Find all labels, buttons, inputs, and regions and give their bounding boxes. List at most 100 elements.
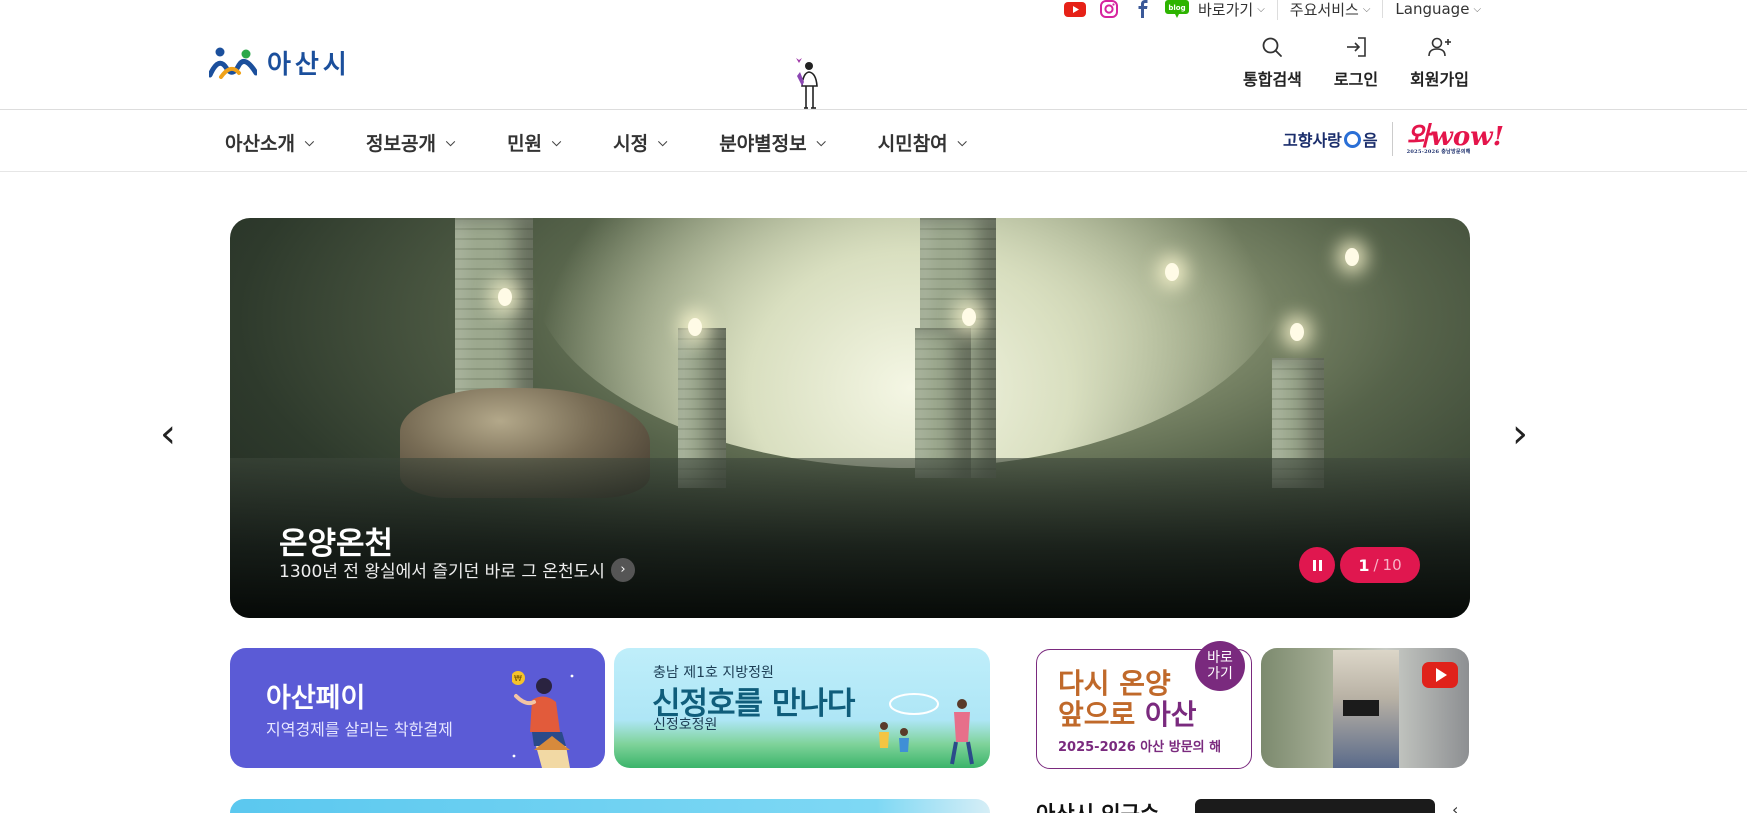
login-icon (1346, 37, 1366, 57)
divider (1391, 122, 1393, 156)
visit-asan-year-banner[interactable]: 다시 온양 앞으로 아산 2025-2026 아산 방문의 해 바로 가기 (1036, 641, 1252, 769)
visit-asan-subtitle: 2025-2026 아산 방문의 해 (1058, 740, 1222, 755)
hero-subtitle: 1300년 전 왕실에서 즐기던 바로 그 온천도시 (279, 562, 605, 582)
wow-logo-text: 와wow! (1406, 121, 1505, 152)
nav-label: 분야별정보 (719, 133, 807, 155)
nav-label: 시정 (613, 133, 649, 155)
search-icon (1263, 37, 1283, 57)
slide-separator: / (1373, 556, 1379, 574)
main-navigation: 아산소개 ⌵ 정보공개 ⌵ 민원 ⌵ 시정 ⌵ 분야별정보 ⌵ 시민참여 ⌵ 고향사랑 음 와… (0, 110, 1747, 172)
go-badge-line1: 바로 (1207, 650, 1233, 666)
population-title: 아산시 인구수 (1036, 798, 1159, 813)
integrated-search-label: 통합검색 (1243, 70, 1302, 89)
next-section-banner[interactable] (230, 799, 990, 813)
blog-icon-label: blog (1168, 4, 1185, 12)
asan-pay-banner[interactable]: 아산페이 지역경제를 살리는 착한결제 ₩ (230, 648, 605, 768)
chevron-down-icon: ⌵ (1257, 3, 1265, 15)
chevron-left-icon[interactable]: ‹ (1452, 800, 1458, 813)
login-button[interactable]: 로그인 (1334, 36, 1378, 90)
youtube-video-banner[interactable] (1261, 648, 1469, 768)
chevron-down-icon: ⌵ (658, 135, 668, 149)
slide-total: 10 (1382, 556, 1402, 574)
coin-symbol: ₩ (514, 674, 522, 683)
top-links: 바로가기 ⌵ 주요서비스 ⌵ Language ⌵ (1198, 0, 1493, 20)
chevron-down-icon: ⌵ (957, 135, 967, 149)
main-services-label: 주요서비스 (1289, 0, 1359, 19)
youtube-play-icon (1422, 662, 1458, 688)
sign-up-button[interactable]: 회원가입 (1410, 36, 1469, 90)
logo-text: 아산시 (267, 50, 351, 80)
woman-with-coin-illustration: ₩ (512, 671, 574, 768)
nav-item-administration[interactable]: 시정 ⌵ (613, 129, 667, 156)
header-utility: 통합검색 로그인 회원가입 (1243, 36, 1469, 90)
site-logo[interactable]: 아산시 (209, 44, 351, 81)
youtube-icon[interactable] (1063, 1, 1087, 17)
family-illustration (879, 693, 974, 765)
go-badge: 바로 가기 (1195, 641, 1245, 691)
add-user-icon (1427, 37, 1451, 57)
mascot-icon (796, 58, 818, 109)
chevron-right-icon: › (610, 557, 635, 582)
prev-slide-button[interactable]: ‹ (160, 414, 176, 454)
visit-asan-title: 다시 온양 앞으로 아산 (1058, 668, 1197, 730)
shortcut-label: 바로가기 (1198, 0, 1254, 19)
nav-label: 정보공개 (366, 133, 436, 155)
video-thumbnail (1333, 650, 1399, 768)
hero-image-light (1345, 248, 1359, 266)
language-label: Language (1395, 0, 1470, 18)
blog-icon[interactable]: blog (1165, 0, 1189, 18)
hero-image-light (1290, 323, 1304, 341)
asan-pay-subtitle: 지역경제를 살리는 착한결제 (266, 720, 453, 739)
hero-image-pillar (915, 328, 971, 478)
sns-links: blog (1063, 0, 1189, 18)
pause-icon (1312, 559, 1316, 571)
chevron-down-icon: ⌵ (304, 135, 315, 149)
sinjeongho-garden-banner[interactable]: 충남 제1호 지방정원 신정호를 만나다 신정호정원 (614, 648, 990, 768)
gnb-menu: 아산소개 ⌵ 정보공개 ⌵ 민원 ⌵ 시정 ⌵ 분야별정보 ⌵ 시민참여 ⌵ (225, 129, 967, 156)
nav-label: 아산소개 (225, 133, 295, 155)
hero-image-light (688, 318, 702, 336)
hero-image-pool (230, 458, 1470, 618)
chevron-right-icon: › (1512, 411, 1528, 457)
nav-item-participation[interactable]: 시민참여 ⌵ (878, 129, 967, 156)
circle-icon (1343, 130, 1361, 148)
play-icon (1436, 668, 1447, 682)
nav-label: 민원 (507, 133, 543, 155)
sign-up-label: 회원가입 (1410, 70, 1469, 89)
nav-label: 시민참여 (877, 133, 948, 155)
chevron-left-icon: ‹ (160, 411, 176, 457)
population-counter-box (1195, 799, 1435, 813)
nav-item-field-info[interactable]: 분야별정보 ⌵ (719, 129, 826, 156)
nav-item-information[interactable]: 정보공개 ⌵ (366, 129, 455, 156)
hero-image-light (962, 308, 976, 326)
nav-item-civil-service[interactable]: 민원 ⌵ (507, 129, 561, 156)
visit-asan-line1: 다시 온양 (1058, 667, 1171, 700)
main-services-menu[interactable]: 주요서비스 ⌵ (1276, 0, 1383, 20)
go-badge-line2: 가기 (1207, 666, 1233, 682)
logo-mark-icon (209, 47, 257, 79)
lake-subtitle: 신정호정원 (653, 717, 718, 733)
chevron-down-icon: ⌵ (1473, 3, 1482, 15)
slide-current: 1 (1358, 555, 1370, 575)
hometown-donation-link[interactable]: 고향사랑 음 (1283, 127, 1378, 151)
slide-counter: 1 / 10 (1340, 547, 1420, 583)
hero-detail-link[interactable]: 1300년 전 왕실에서 즐기던 바로 그 온천도시 › (279, 557, 635, 582)
language-menu[interactable]: Language ⌵ (1382, 0, 1493, 18)
pause-button[interactable] (1299, 547, 1335, 583)
gnb-right-banners: 고향사랑 음 와wow! 2025-2026 충남방문의해 (1283, 122, 1504, 156)
hometown-label: 고향사랑 (1283, 131, 1342, 150)
chevron-down-icon: ⌵ (1362, 3, 1371, 15)
hero-slider[interactable]: 온양온천 1300년 전 왕실에서 즐기던 바로 그 온천도시 › 1 / 10 (230, 218, 1470, 618)
hero-image-light (498, 288, 512, 306)
visit-asan-line2b: 아산 (1145, 698, 1197, 731)
facebook-icon[interactable] (1131, 0, 1155, 18)
integrated-search-button[interactable]: 통합검색 (1243, 36, 1302, 90)
chevron-down-icon: ⌵ (552, 135, 562, 149)
visit-year-logo-link[interactable]: 와wow! 2025-2026 충남방문의해 (1407, 124, 1504, 155)
shortcut-menu[interactable]: 바로가기 ⌵ (1198, 0, 1277, 20)
login-label: 로그인 (1333, 70, 1379, 89)
nav-item-about-asan[interactable]: 아산소개 ⌵ (225, 129, 314, 156)
visit-asan-line2a: 앞으로 (1058, 698, 1146, 731)
instagram-icon[interactable] (1097, 0, 1121, 18)
next-slide-button[interactable]: › (1512, 414, 1528, 454)
